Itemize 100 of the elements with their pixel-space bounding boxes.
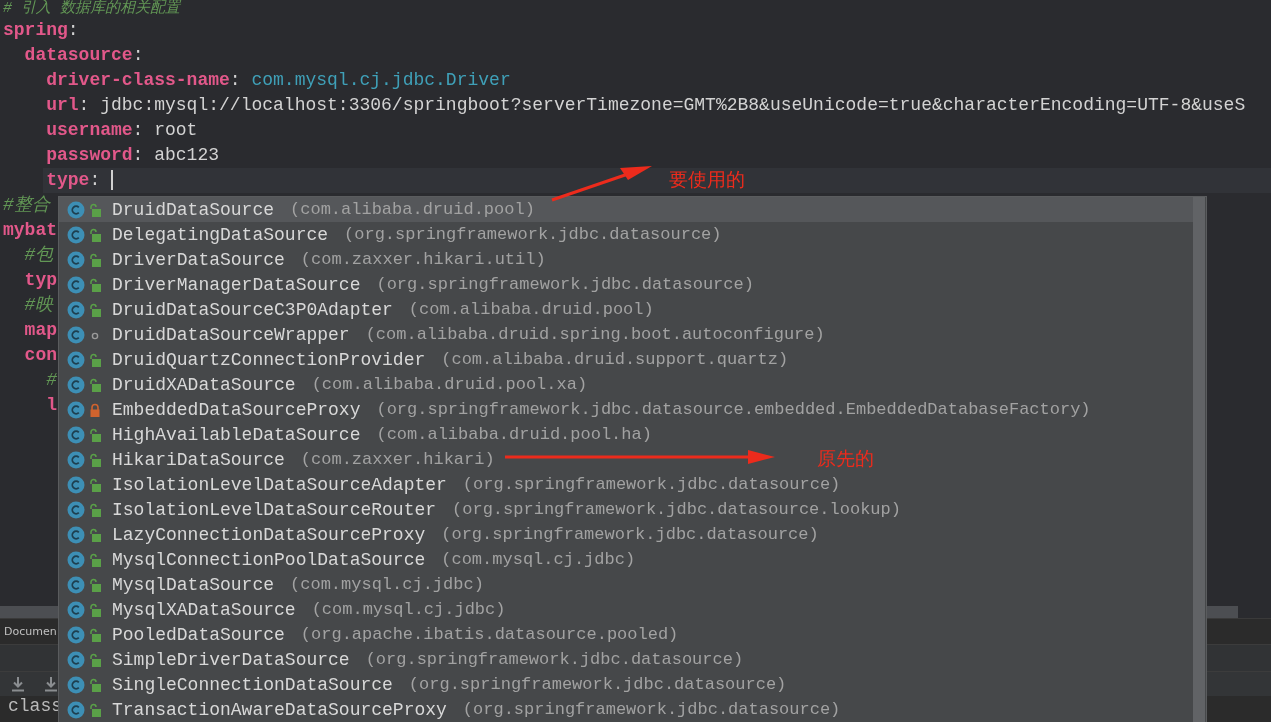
completion-item[interactable]: SimpleDriverDataSource (org.springframework.jdbc.datasource) <box>59 647 744 672</box>
completion-item[interactable]: EmbeddedDataSourceProxy (org.springframework.jdbc.datasource.embedded.EmbeddedDatabaseFactory) <box>59 397 1091 422</box>
package-name: (org.springframework.jdbc.datasource) <box>408 675 787 694</box>
class-name: HighAvailableDataSource <box>112 424 361 445</box>
yaml-key: mybat <box>3 220 57 240</box>
colon: : <box>67 20 79 40</box>
colon: : <box>229 70 241 90</box>
open-lock-icon <box>89 427 101 442</box>
class-name: DruidXADataSource <box>112 374 296 395</box>
completion-item[interactable]: DriverDataSource (com.zaxxer.hikari.util) <box>59 247 546 272</box>
class-icon <box>67 275 85 294</box>
colon: : <box>132 145 144 165</box>
class-name: SimpleDriverDataSource <box>112 649 350 670</box>
completion-item[interactable]: PooledDataSource (org.apache.ibatis.datasource.pooled) <box>59 622 679 647</box>
open-lock-icon <box>89 227 101 242</box>
completion-item[interactable]: IsolationLevelDataSourceAdapter (org.springframework.jdbc.datasource) <box>59 472 841 497</box>
completion-item[interactable]: HighAvailableDataSource (com.alibaba.druid.pool.ha) <box>59 422 652 447</box>
class-name: DruidDataSourceC3P0Adapter <box>112 299 393 320</box>
yaml-key: map <box>24 320 57 340</box>
package-name: (org.apache.ibatis.datasource.pooled) <box>300 625 679 644</box>
yaml-key: password <box>46 145 133 165</box>
completion-item[interactable]: DruidXADataSource (com.alibaba.druid.pool.xa) <box>59 372 588 397</box>
yaml-value: jdbc:mysql://localhost:3306/springboot?serverTimezone=GMT%2B8&useUnicode=true&characterEncoding=UTF-8&useS <box>100 95 1246 115</box>
open-lock-icon <box>89 352 101 367</box>
package-name: (org.springframework.jdbc.datasource.embedded.EmbeddedDatabaseFactory) <box>376 400 1091 419</box>
class-name: IsolationLevelDataSourceAdapter <box>112 474 447 495</box>
class-name: TransactionAwareDataSourceProxy <box>112 699 447 720</box>
open-lock-icon <box>89 702 101 717</box>
completion-item[interactable]: TransactionAwareDataSourceProxy (org.springframework.jdbc.datasource) <box>59 697 841 722</box>
class-name: MysqlDataSource <box>112 574 275 595</box>
class-icon <box>67 550 85 569</box>
open-lock-icon <box>89 277 101 292</box>
class-icon <box>67 225 85 244</box>
yaml-value: root <box>154 120 198 140</box>
class-icon <box>67 475 85 494</box>
vertical-scrollbar[interactable] <box>1193 197 1205 722</box>
download-icon[interactable] <box>43 676 59 692</box>
class-name: IsolationLevelDataSourceRouter <box>112 499 437 520</box>
package-name: (org.springframework.jdbc.datasource) <box>376 275 754 294</box>
completion-item[interactable]: DruidDataSourceC3P0Adapter (com.alibaba.druid.pool) <box>59 297 654 322</box>
class-icon <box>67 650 85 669</box>
class-icon <box>67 625 85 644</box>
completion-item[interactable]: IsolationLevelDataSourceRouter (org.springframework.jdbc.datasource.lookup) <box>59 497 901 522</box>
class-name: EmbeddedDataSourceProxy <box>112 399 361 420</box>
package-name: (com.mysql.cj.jdbc) <box>311 600 506 619</box>
completion-item[interactable]: MysqlConnectionPoolDataSource (com.mysql.cj.jdbc) <box>59 547 636 572</box>
package-name: (com.zaxxer.hikari.util) <box>300 250 546 269</box>
completion-item[interactable]: SingleConnectionDataSource (org.springframework.jdbc.datasource) <box>59 672 787 697</box>
colon: : <box>132 120 144 140</box>
yaml-key: url <box>46 95 79 115</box>
colon: : <box>89 170 101 190</box>
class-icon <box>67 250 85 269</box>
class-icon <box>67 600 85 619</box>
class-icon <box>67 375 85 394</box>
open-lock-icon <box>89 552 101 567</box>
completion-item[interactable]: MysqlDataSource (com.mysql.cj.jdbc) <box>59 572 484 597</box>
class-icon <box>67 425 85 444</box>
package-name: (com.mysql.cj.jdbc) <box>441 550 636 569</box>
class-icon <box>67 450 85 469</box>
class-name: DruidDataSourceWrapper <box>112 324 350 345</box>
package-name: (com.mysql.cj.jdbc) <box>290 575 484 594</box>
annotation-label: 原先的 <box>817 446 874 471</box>
lock-icon <box>89 402 101 417</box>
open-lock-icon <box>89 652 101 667</box>
yaml-key: username <box>46 120 133 140</box>
yaml-key: type <box>46 170 90 190</box>
class-name: MysqlXADataSource <box>112 599 296 620</box>
download-icon[interactable] <box>10 676 26 692</box>
completion-item[interactable]: DelegatingDataSource (org.springframework.jdbc.datasource) <box>59 222 722 247</box>
class-name: MysqlConnectionPoolDataSource <box>112 549 426 570</box>
class-icon <box>67 675 85 694</box>
completion-item[interactable]: DruidQuartzConnectionProvider (com.alibaba.druid.support.quartz) <box>59 347 789 372</box>
package-name: (org.springframework.jdbc.datasource) <box>441 525 819 544</box>
class-name: DriverDataSource <box>112 249 285 270</box>
class-icon <box>67 300 85 319</box>
class-icon <box>67 200 85 219</box>
colon: : <box>132 45 144 65</box>
completion-item[interactable]: HikariDataSource (com.zaxxer.hikari) <box>59 447 495 472</box>
yaml-key: con <box>24 345 57 365</box>
code-comment: #包 <box>24 245 54 265</box>
package-name: (org.springframework.jdbc.datasource) <box>344 225 722 244</box>
completion-item[interactable]: MysqlXADataSource (com.mysql.cj.jdbc) <box>59 597 506 622</box>
class-icon <box>67 525 85 544</box>
open-lock-icon <box>89 202 101 217</box>
package-name: (org.springframework.jdbc.datasource) <box>462 700 841 719</box>
yaml-key: datasource <box>24 45 133 65</box>
completion-item[interactable]: DruidDataSource (com.alibaba.druid.pool) <box>59 197 1193 222</box>
package-name: (com.alibaba.druid.support.quartz) <box>441 350 789 369</box>
class-name: PooledDataSource <box>112 624 285 645</box>
completion-item[interactable]: DriverManagerDataSource (org.springframework.jdbc.datasource) <box>59 272 754 297</box>
class-icon <box>67 350 85 369</box>
class-name: HikariDataSource <box>112 449 285 470</box>
open-lock-icon <box>89 602 101 617</box>
open-lock-icon <box>89 577 101 592</box>
class-name: DruidQuartzConnectionProvider <box>112 349 426 370</box>
completion-item[interactable]: LazyConnectionDataSourceProxy (org.springframework.jdbc.datasource) <box>59 522 819 547</box>
annotation-label: 要使用的 <box>669 167 745 192</box>
open-lock-icon <box>89 477 101 492</box>
code-comment: # <box>46 370 57 390</box>
completion-item[interactable]: DruidDataSourceWrapper (com.alibaba.druid.spring.boot.autoconfigure) <box>59 322 825 347</box>
